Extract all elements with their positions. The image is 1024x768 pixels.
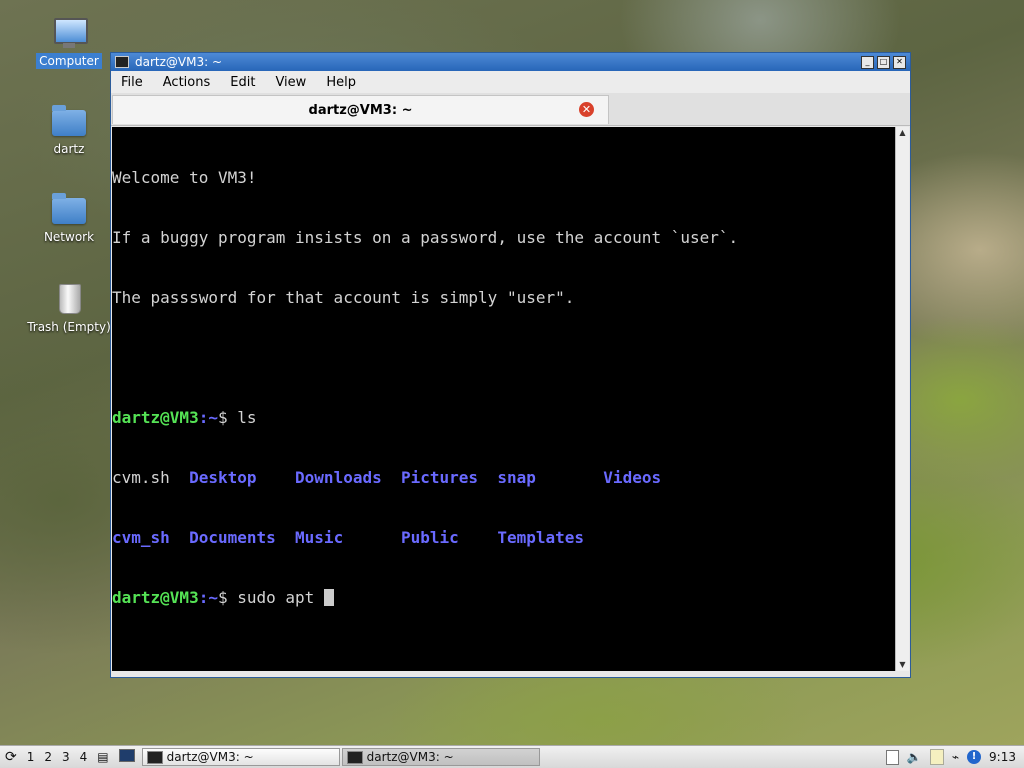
desktop-icon-label: Computer <box>36 53 102 69</box>
prompt-path: :~ <box>198 408 218 427</box>
scroll-down-icon[interactable]: ▼ <box>896 659 909 671</box>
tab-bar: dartz@VM3: ~ ✕ <box>111 93 910 126</box>
ls-entry: snap <box>497 468 536 487</box>
home-folder-icon <box>51 104 87 138</box>
terminal-icon <box>346 750 363 764</box>
terminal-prompt-line: dartz@VM3:~$ ls <box>112 408 896 428</box>
trash-icon <box>51 282 87 316</box>
prompt-path: :~ <box>198 588 218 607</box>
desktop-icon-network[interactable]: Network <box>24 192 114 245</box>
menu-launcher-icon[interactable]: ⟳ <box>0 749 22 765</box>
ls-entry: Music <box>295 528 344 547</box>
terminal-line: Welcome to VM3! <box>112 168 257 187</box>
scroll-up-icon[interactable]: ▲ <box>896 127 909 139</box>
menu-view[interactable]: View <box>265 75 316 90</box>
menu-help[interactable]: Help <box>316 75 366 90</box>
prompt-user: dartz@VM3 <box>112 408 199 427</box>
workspace-4[interactable]: 4 <box>75 750 93 764</box>
terminal-app-icon <box>115 56 129 68</box>
desktop-icon-computer[interactable]: Computer <box>24 16 114 69</box>
window-title: dartz@VM3: ~ <box>135 55 223 69</box>
menu-actions[interactable]: Actions <box>153 75 221 90</box>
desktop-icon-trash[interactable]: Trash (Empty) <box>24 282 114 335</box>
prompt-sign: $ <box>217 408 238 427</box>
desktop-icon-label: Network <box>43 230 95 244</box>
ls-entry: cvm_sh <box>112 528 170 547</box>
ls-entry: Templates <box>497 528 585 547</box>
prompt-sign: $ <box>217 588 238 607</box>
command-text: sudo apt <box>237 588 324 607</box>
ls-entry: Public <box>401 528 459 547</box>
terminal-prompt-line: dartz@VM3:~$ sudo apt <box>112 588 896 608</box>
ls-output-row: cvm.sh Desktop Downloads Pictures snap V… <box>112 468 896 488</box>
maximize-icon[interactable]: □ <box>877 55 890 69</box>
ls-entry: Desktop <box>189 468 257 487</box>
desktop-icon-label: Trash (Empty) <box>27 320 111 334</box>
prompt-user: dartz@VM3 <box>112 588 199 607</box>
update-notifier-icon[interactable]: ! <box>967 750 982 764</box>
desktop-icon-label: dartz <box>53 142 85 156</box>
taskbar-task[interactable]: dartz@VM3: ~ <box>341 748 540 766</box>
menu-edit[interactable]: Edit <box>220 75 265 90</box>
workspace-1[interactable]: 1 <box>22 750 40 764</box>
text-cursor <box>323 589 334 606</box>
ls-entry: Documents <box>189 528 276 547</box>
clock[interactable]: 9:13 <box>989 750 1016 764</box>
terminal-launcher-icon[interactable] <box>114 749 140 765</box>
ls-entry: Videos <box>603 468 662 487</box>
ls-entry: cvm.sh <box>112 468 170 487</box>
workspace-3[interactable]: 3 <box>57 750 75 764</box>
volume-icon[interactable]: 🔈 <box>907 750 922 764</box>
terminal-line: The passsword for that account is simply… <box>112 288 575 307</box>
menu-bar: File Actions Edit View Help <box>111 71 910 93</box>
notes-icon[interactable] <box>929 749 944 765</box>
taskbar-task[interactable]: dartz@VM3: ~ <box>141 748 340 766</box>
workspace-2[interactable]: 2 <box>39 750 57 764</box>
minimize-icon[interactable]: _ <box>861 55 874 69</box>
task-label: dartz@VM3: ~ <box>366 750 454 764</box>
terminal-window: dartz@VM3: ~ _ □ ✕ File Actions Edit Vie… <box>110 52 911 678</box>
clipboard-icon[interactable] <box>885 749 899 765</box>
task-label: dartz@VM3: ~ <box>166 750 254 764</box>
terminal-output[interactable]: Welcome to VM3! If a buggy program insis… <box>112 127 896 671</box>
terminal-tab[interactable]: dartz@VM3: ~ ✕ <box>112 95 609 124</box>
network-icon[interactable]: ⌁ <box>952 750 959 764</box>
command-text: ls <box>237 408 257 427</box>
scrollbar[interactable]: ▲ ▼ <box>895 127 909 671</box>
ls-entry: Downloads <box>295 468 382 487</box>
terminal-icon <box>146 750 163 764</box>
tab-label: dartz@VM3: ~ <box>308 102 413 118</box>
system-tray: 🔈 ⌁ ! 9:13 <box>885 749 1024 765</box>
close-icon[interactable]: ✕ <box>893 55 906 69</box>
close-tab-icon[interactable]: ✕ <box>579 102 594 117</box>
taskbar: ⟳ 1 2 3 4 ▤ dartz@VM3: ~ dartz@VM3: ~ 🔈 … <box>0 745 1024 768</box>
desktop-icon-home[interactable]: dartz <box>24 104 114 157</box>
window-titlebar[interactable]: dartz@VM3: ~ _ □ ✕ <box>111 53 910 71</box>
network-folder-icon <box>51 192 87 226</box>
file-manager-icon[interactable]: ▤ <box>92 750 113 764</box>
ls-entry: Pictures <box>401 468 479 487</box>
ls-output-row: cvm_sh Documents Music Public Templates <box>112 528 896 548</box>
computer-icon <box>51 16 88 50</box>
terminal-line: If a buggy program insists on a password… <box>112 228 739 247</box>
menu-file[interactable]: File <box>111 75 153 90</box>
